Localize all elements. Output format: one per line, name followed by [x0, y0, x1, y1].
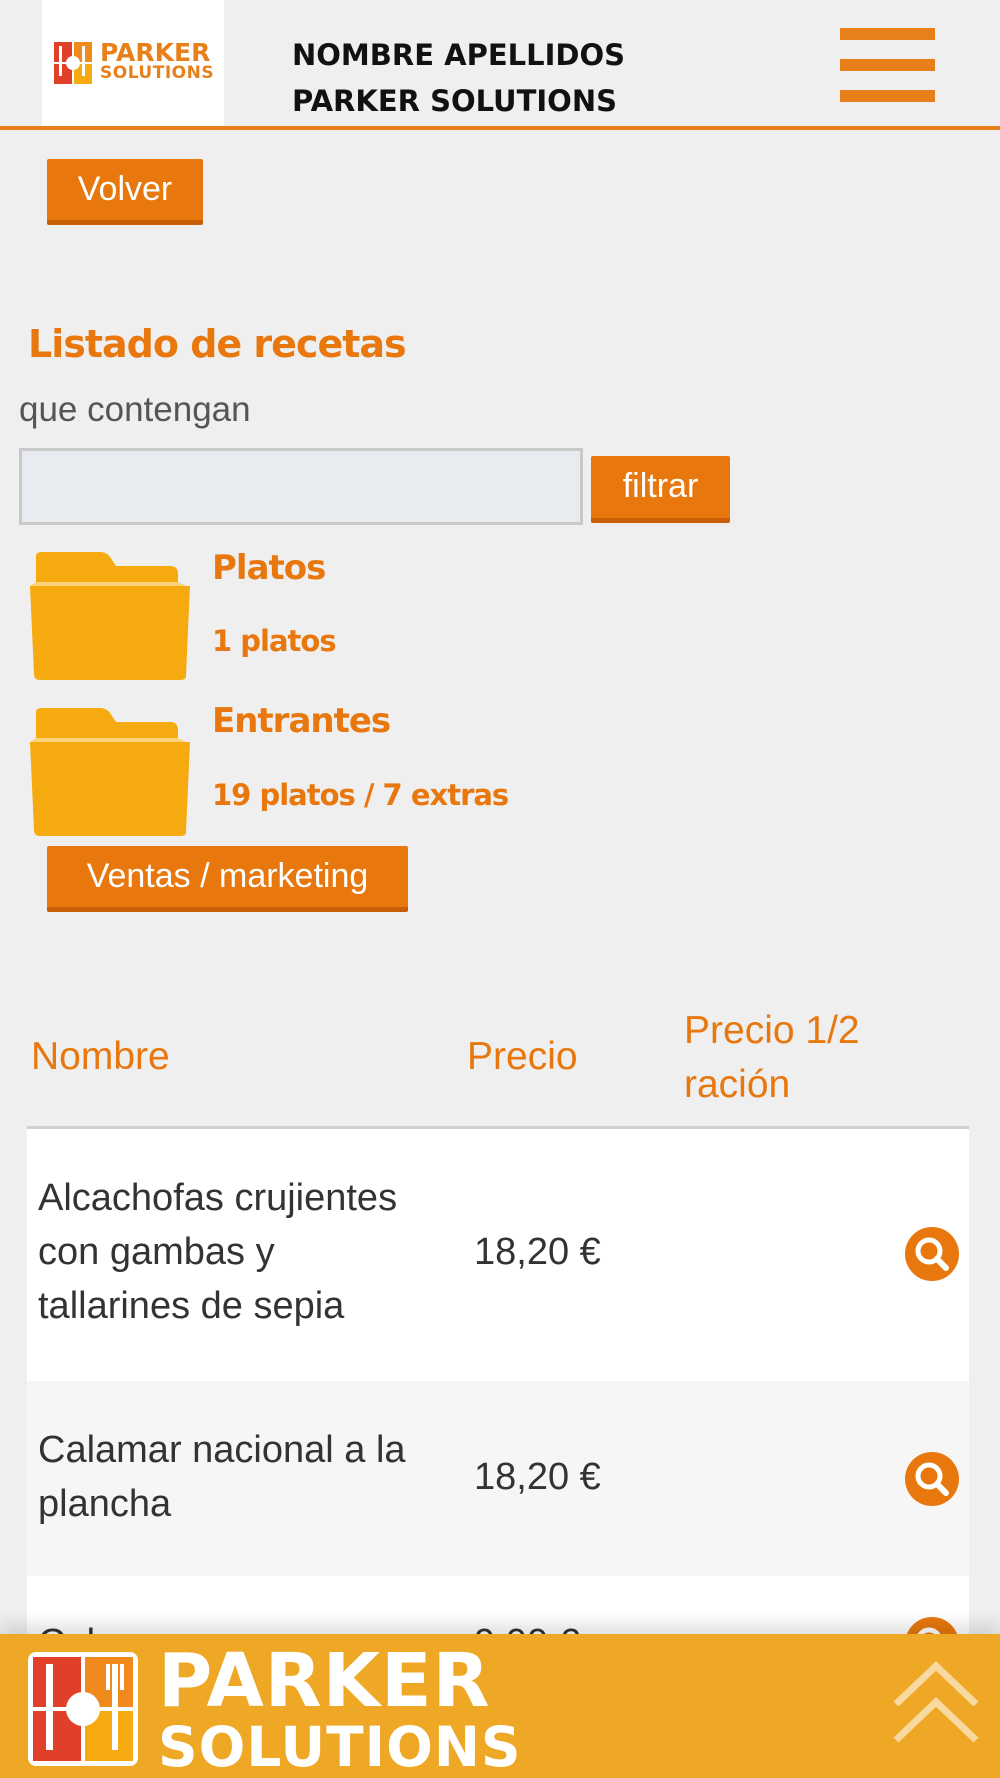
folder-icon[interactable]: [30, 708, 190, 836]
recipe-name-line: con gambas y: [38, 1231, 275, 1273]
logo-line-2: SOLUTIONS: [100, 63, 215, 83]
recipe-name-line: plancha: [38, 1483, 172, 1525]
parker-logo-icon: [28, 1652, 138, 1766]
recipe-name-line: Calamar nacional a la: [38, 1429, 406, 1471]
header-logo[interactable]: PARKER SOLUTIONS: [42, 0, 224, 126]
search-icon[interactable]: [904, 1451, 960, 1507]
recipe-name-line: Alcachofas crujientes: [38, 1177, 398, 1219]
logo-wordmark: PARKER SOLUTIONS: [100, 40, 214, 82]
recipe-filter-input[interactable]: [19, 448, 583, 525]
hamburger-menu-icon[interactable]: [840, 28, 935, 102]
folder-title-entrantes[interactable]: Entrantes: [212, 701, 391, 741]
half-price-header-line-1: Precio 1/2: [684, 1009, 860, 1052]
recipe-name: Calamar nacional a la plancha: [38, 1423, 438, 1531]
search-icon[interactable]: [904, 1226, 960, 1282]
footer-brand: PARKER SOLUTIONS: [158, 1644, 522, 1775]
page-title: Listado de recetas: [28, 322, 407, 366]
app-footer: PARKER SOLUTIONS: [0, 1634, 1000, 1778]
user-identity: NOMBRE APELLIDOS PARKER SOLUTIONS: [292, 32, 625, 124]
table-row[interactable]: Alcachofas crujientes con gambas y talla…: [27, 1129, 969, 1381]
column-header-half-price[interactable]: Precio 1/2 ración: [684, 1004, 860, 1112]
parker-logo-icon: [54, 42, 92, 84]
user-name-line: NOMBRE APELLIDOS: [292, 38, 625, 72]
app-header: PARKER SOLUTIONS NOMBRE APELLIDOS PARKER…: [0, 0, 1000, 130]
folder-icon[interactable]: [30, 552, 190, 680]
logo-line-1: PARKER: [100, 38, 211, 67]
sales-marketing-button[interactable]: Ventas / marketing: [47, 846, 408, 912]
double-chevron-up-icon[interactable]: [890, 1660, 982, 1748]
table-row[interactable]: Calamar nacional a la plancha 18,20 €: [27, 1381, 969, 1576]
footer-brand-line-2: SOLUTIONS: [158, 1715, 522, 1778]
folder-title-platos[interactable]: Platos: [212, 548, 326, 588]
column-header-name[interactable]: Nombre: [31, 1030, 170, 1084]
back-button[interactable]: Volver: [47, 159, 203, 225]
recipe-price: 18,20 €: [474, 1231, 601, 1273]
half-price-header-line-2: ración: [684, 1063, 791, 1106]
footer-brand-line-1: PARKER: [158, 1638, 491, 1724]
filter-button[interactable]: filtrar: [591, 456, 730, 523]
recipe-price: 18,20 €: [474, 1456, 601, 1498]
recipe-name-line: tallarines de sepia: [38, 1285, 345, 1327]
column-header-price[interactable]: Precio: [467, 1030, 578, 1084]
folder-count-platos: 1 platos: [212, 624, 337, 658]
filter-caption: que contengan: [19, 390, 251, 429]
recipe-name: Alcachofas crujientes con gambas y talla…: [38, 1171, 438, 1333]
user-company-line: PARKER SOLUTIONS: [292, 84, 617, 118]
folder-count-entrantes: 19 platos / 7 extras: [212, 778, 509, 812]
